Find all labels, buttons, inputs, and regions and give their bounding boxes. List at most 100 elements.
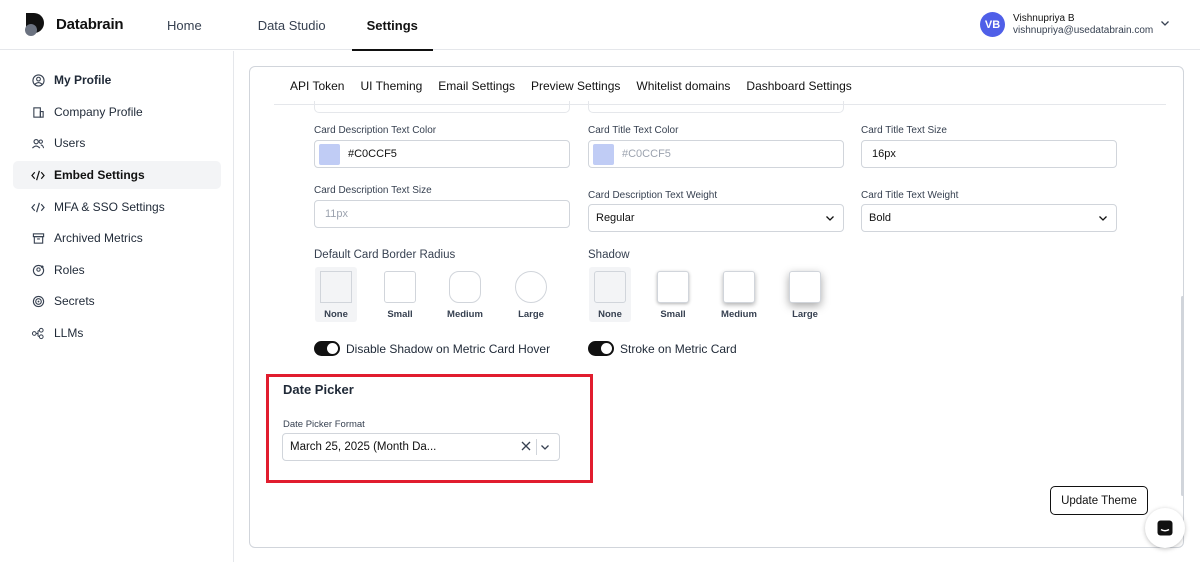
- card-desc-text-weight-label: Card Description Text Weight: [588, 190, 718, 201]
- radius-large-option[interactable]: [515, 271, 547, 303]
- color-swatch[interactable]: [593, 143, 614, 165]
- user-email: vishnupriya@usedatabrain.com: [1013, 24, 1154, 36]
- card-desc-text-size-label: Card Description Text Size: [314, 185, 432, 196]
- sidebar: My Profile Company Profile Users Embed S…: [0, 51, 234, 562]
- card-title-text-color-label: Card Title Text Color: [588, 125, 679, 136]
- user-name: Vishnupriya B: [1013, 12, 1075, 24]
- disable-shadow-toggle[interactable]: [314, 341, 340, 356]
- chat-icon: [1157, 520, 1173, 536]
- tab-api-token[interactable]: API Token: [290, 79, 344, 93]
- main-nav: Home Data Studio Settings: [151, 0, 434, 51]
- radius-none-option[interactable]: [320, 271, 352, 303]
- radius-medium-label: Medium: [447, 309, 483, 320]
- chat-launcher-button[interactable]: [1145, 508, 1185, 548]
- sidebar-item-archived-metrics[interactable]: Archived Metrics: [13, 224, 221, 252]
- shadow-label: Shadow: [588, 249, 630, 261]
- card-desc-text-color-label: Card Description Text Color: [314, 125, 437, 136]
- select-value: March 25, 2025 (Month Da...: [290, 441, 437, 453]
- archive-icon: [31, 231, 45, 245]
- field-placeholder: #C0CCF5: [622, 148, 671, 160]
- radius-medium-option[interactable]: [449, 271, 481, 303]
- user-menu[interactable]: VB Vishnupriya B vishnupriya@usedatabrai…: [980, 12, 1153, 37]
- card-title-text-color-field[interactable]: #C0CCF5: [588, 140, 844, 168]
- sidebar-item-label: Users: [54, 136, 86, 150]
- sidebar-item-company-profile[interactable]: Company Profile: [13, 98, 221, 126]
- scrolled-input-edge: [314, 101, 570, 113]
- llm-icon: [31, 326, 45, 340]
- sidebar-item-llms[interactable]: LLMs: [13, 319, 221, 347]
- nav-data-studio[interactable]: Data Studio: [242, 0, 342, 50]
- field-value: #C0CCF5: [348, 148, 397, 160]
- tab-whitelist-domains[interactable]: Whitelist domains: [636, 79, 730, 93]
- sidebar-item-embed-settings[interactable]: Embed Settings: [13, 161, 221, 189]
- tab-ui-theming[interactable]: UI Theming: [360, 79, 422, 93]
- user-circle-icon: [31, 73, 45, 87]
- card-title-text-size-label: Card Title Text Size: [861, 125, 947, 136]
- field-value: 16px: [872, 148, 896, 160]
- card-desc-text-color-field[interactable]: #C0CCF5: [314, 140, 570, 168]
- nav-settings[interactable]: Settings: [351, 0, 434, 51]
- secret-icon: [31, 294, 45, 308]
- date-picker-title: Date Picker: [283, 382, 354, 397]
- sidebar-item-users[interactable]: Users: [13, 129, 221, 157]
- sidebar-item-roles[interactable]: Roles: [13, 256, 221, 284]
- shadow-small-option[interactable]: [657, 271, 689, 303]
- sidebar-item-label: Roles: [54, 263, 85, 277]
- radius-none-label: None: [324, 309, 348, 320]
- clear-icon[interactable]: [520, 440, 532, 452]
- chevron-down-icon[interactable]: [1160, 18, 1170, 28]
- date-picker-format-select[interactable]: March 25, 2025 (Month Da...: [282, 433, 560, 461]
- databrain-logo-icon: [24, 11, 50, 37]
- tab-dashboard-settings[interactable]: Dashboard Settings: [746, 79, 851, 93]
- stroke-label: Stroke on Metric Card: [620, 342, 737, 356]
- card-desc-text-size-input[interactable]: 11px: [314, 200, 570, 228]
- tab-preview-settings[interactable]: Preview Settings: [531, 79, 620, 93]
- radius-small-option[interactable]: [384, 271, 416, 303]
- scrollbar-thumb[interactable]: [1181, 296, 1184, 496]
- code-icon: [31, 168, 45, 182]
- shadow-none-label: None: [598, 309, 622, 320]
- card-desc-text-weight-select[interactable]: Regular: [588, 204, 844, 232]
- card-title-text-weight-label: Card Title Text Weight: [861, 190, 959, 201]
- sidebar-item-label: My Profile: [54, 73, 112, 87]
- code-icon: [31, 200, 45, 214]
- sidebar-item-label: Company Profile: [54, 105, 143, 119]
- chevron-down-icon[interactable]: [540, 442, 550, 452]
- sidebar-item-label: Secrets: [54, 294, 95, 308]
- avatar: VB: [980, 12, 1005, 37]
- shadow-large-label: Large: [792, 309, 818, 320]
- nav-home[interactable]: Home: [151, 0, 218, 50]
- field-placeholder: 11px: [325, 208, 349, 220]
- radius-small-label: Small: [387, 309, 413, 320]
- top-bar: Databrain Home Data Studio Settings VB V…: [0, 0, 1200, 51]
- tab-email-settings[interactable]: Email Settings: [438, 79, 515, 93]
- chevron-down-icon: [1099, 216, 1107, 221]
- scrolled-input-edge: [588, 101, 844, 113]
- stroke-toggle[interactable]: [588, 341, 614, 356]
- sidebar-item-my-profile[interactable]: My Profile: [13, 66, 221, 94]
- sidebar-item-mfa-sso[interactable]: MFA & SSO Settings: [13, 193, 221, 221]
- disable-shadow-label: Disable Shadow on Metric Card Hover: [346, 342, 551, 356]
- select-divider: [536, 439, 537, 455]
- color-swatch[interactable]: [319, 143, 340, 165]
- select-value: Regular: [596, 212, 635, 224]
- border-radius-label: Default Card Border Radius: [314, 249, 456, 261]
- date-picker-format-label: Date Picker Format: [283, 419, 365, 430]
- sidebar-item-secrets[interactable]: Secrets: [13, 287, 221, 315]
- building-icon: [31, 105, 45, 119]
- role-icon: [31, 263, 45, 277]
- shadow-none-option[interactable]: [594, 271, 626, 303]
- shadow-large-option[interactable]: [789, 271, 821, 303]
- sidebar-item-label: MFA & SSO Settings: [54, 200, 165, 214]
- card-title-text-weight-select[interactable]: Bold: [861, 204, 1117, 232]
- shadow-medium-option[interactable]: [723, 271, 755, 303]
- users-icon: [31, 136, 45, 150]
- radius-large-label: Large: [518, 309, 544, 320]
- sidebar-item-label: Archived Metrics: [54, 231, 143, 245]
- sidebar-item-label: Embed Settings: [54, 168, 145, 182]
- update-theme-button[interactable]: Update Theme: [1050, 486, 1148, 515]
- logo[interactable]: Databrain: [24, 11, 124, 37]
- logo-text: Databrain: [56, 15, 124, 33]
- shadow-small-label: Small: [660, 309, 686, 320]
- card-title-text-size-input[interactable]: 16px: [861, 140, 1117, 168]
